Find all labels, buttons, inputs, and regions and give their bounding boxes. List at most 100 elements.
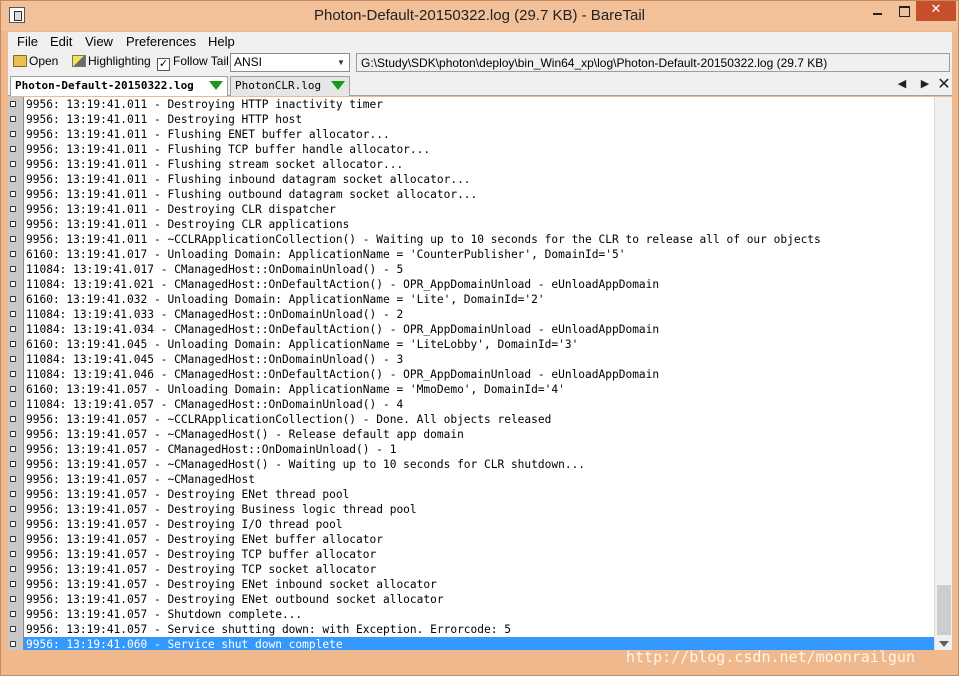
log-line[interactable]: 9956: 13:19:41.057 - ~CManagedHost — [10, 472, 934, 487]
line-marker-icon[interactable] — [10, 581, 16, 587]
log-line[interactable]: 9956: 13:19:41.057 - Destroying ENet out… — [10, 592, 934, 607]
log-line[interactable]: 9956: 13:19:41.011 - Destroying HTTP hos… — [10, 112, 934, 127]
line-marker-icon[interactable] — [10, 326, 16, 332]
close-button[interactable]: ✕ — [916, 1, 956, 21]
encoding-select[interactable]: ANSI ▼ — [230, 53, 350, 72]
log-line[interactable]: 11084: 13:19:41.033 - CManagedHost::OnDo… — [10, 307, 934, 322]
line-marker-icon[interactable] — [10, 461, 16, 467]
log-line[interactable]: 11084: 13:19:41.046 - CManagedHost::OnDe… — [10, 367, 934, 382]
line-marker-icon[interactable] — [10, 356, 16, 362]
chevron-down-icon[interactable]: ▼ — [334, 55, 348, 70]
log-line[interactable]: 9956: 13:19:41.011 - Flushing stream soc… — [10, 157, 934, 172]
log-line[interactable]: 11084: 13:19:41.057 - CManagedHost::OnDo… — [10, 397, 934, 412]
line-marker-icon[interactable] — [10, 236, 16, 242]
tab-photon-default-log[interactable]: Photon-Default-20150322.log — [10, 76, 228, 96]
tab-scroll-left-icon[interactable]: ◀ — [895, 77, 909, 91]
close-tab-icon[interactable]: ✕ — [936, 76, 952, 92]
log-line[interactable]: 9956: 13:19:41.057 - Destroying ENet buf… — [10, 532, 934, 547]
log-line[interactable]: 9956: 13:19:41.057 - Shutdown complete..… — [10, 607, 934, 622]
log-line[interactable]: 9956: 13:19:41.057 - Destroying TCP buff… — [10, 547, 934, 562]
line-marker-icon[interactable] — [10, 221, 16, 227]
log-line[interactable]: 11084: 13:19:41.017 - CManagedHost::OnDo… — [10, 262, 934, 277]
line-marker-icon[interactable] — [10, 476, 16, 482]
minimize-button[interactable] — [864, 1, 891, 21]
line-marker-icon[interactable] — [10, 416, 16, 422]
log-line[interactable]: 9956: 13:19:41.057 - Destroying ENet inb… — [10, 577, 934, 592]
tab-dropdown-icon[interactable] — [331, 81, 345, 90]
menu-file[interactable]: File — [17, 34, 38, 49]
log-line[interactable]: 9956: 13:19:41.057 - Destroying Business… — [10, 502, 934, 517]
follow-tail-toggle[interactable]: ✓ Follow Tail — [157, 54, 229, 71]
line-marker-icon[interactable] — [10, 311, 16, 317]
line-marker-icon[interactable] — [10, 296, 16, 302]
line-marker-icon[interactable] — [10, 371, 16, 377]
vertical-scrollbar[interactable] — [934, 97, 952, 650]
line-marker-icon[interactable] — [10, 116, 16, 122]
log-line[interactable]: 9956: 13:19:41.011 - Destroying CLR disp… — [10, 202, 934, 217]
log-viewer[interactable]: 9956: 13:19:41.011 - Destroying HTTP ina… — [8, 97, 952, 650]
line-marker-icon[interactable] — [10, 251, 16, 257]
log-line[interactable]: 9956: 13:19:41.011 - Flushing inbound da… — [10, 172, 934, 187]
tab-dropdown-icon[interactable] — [209, 81, 223, 90]
log-line[interactable]: 9956: 13:19:41.057 - ~CManagedHost() - R… — [10, 427, 934, 442]
line-marker-icon[interactable] — [10, 146, 16, 152]
log-line[interactable]: 9956: 13:19:41.057 - ~CManagedHost() - W… — [10, 457, 934, 472]
scroll-down-icon[interactable] — [939, 641, 949, 647]
line-marker-icon[interactable] — [10, 611, 16, 617]
log-line[interactable]: 6160: 13:19:41.032 - Unloading Domain: A… — [10, 292, 934, 307]
line-marker-icon[interactable] — [10, 386, 16, 392]
menu-view[interactable]: View — [85, 34, 113, 49]
line-marker-icon[interactable] — [10, 551, 16, 557]
line-marker-icon[interactable] — [10, 431, 16, 437]
highlighting-button[interactable]: Highlighting — [72, 54, 151, 68]
line-marker-icon[interactable] — [10, 266, 16, 272]
maximize-button[interactable] — [891, 1, 916, 21]
log-line[interactable]: 9956: 13:19:41.057 - Service shutting do… — [10, 622, 934, 637]
line-marker-icon[interactable] — [10, 641, 16, 647]
line-marker-icon[interactable] — [10, 206, 16, 212]
tab-scroll-right-icon[interactable]: ▶ — [918, 77, 932, 91]
log-line[interactable]: 11084: 13:19:41.034 - CManagedHost::OnDe… — [10, 322, 934, 337]
log-line[interactable]: 6160: 13:19:41.045 - Unloading Domain: A… — [10, 337, 934, 352]
log-line[interactable]: 6160: 13:19:41.017 - Unloading Domain: A… — [10, 247, 934, 262]
log-line[interactable]: 9956: 13:19:41.011 - Flushing TCP buffer… — [10, 142, 934, 157]
line-marker-icon[interactable] — [10, 596, 16, 602]
file-path-field[interactable]: G:\Study\SDK\photon\deploy\bin_Win64_xp\… — [356, 53, 950, 72]
title-bar[interactable]: Photon-Default-20150322.log (29.7 KB) - … — [1, 1, 958, 31]
log-line[interactable]: 9956: 13:19:41.057 - ~CCLRApplicationCol… — [10, 412, 934, 427]
line-marker-icon[interactable] — [10, 521, 16, 527]
log-line[interactable]: 9956: 13:19:41.011 - ~CCLRApplicationCol… — [10, 232, 934, 247]
line-marker-icon[interactable] — [10, 536, 16, 542]
log-line[interactable]: 11084: 13:19:41.021 - CManagedHost::OnDe… — [10, 277, 934, 292]
line-marker-icon[interactable] — [10, 131, 16, 137]
line-marker-icon[interactable] — [10, 491, 16, 497]
log-line[interactable]: 9956: 13:19:41.011 - Destroying HTTP ina… — [10, 97, 934, 112]
line-marker-icon[interactable] — [10, 161, 16, 167]
log-line[interactable]: 9956: 13:19:41.057 - Destroying TCP sock… — [10, 562, 934, 577]
menu-edit[interactable]: Edit — [50, 34, 72, 49]
log-line[interactable]: 9956: 13:19:41.057 - Destroying ENet thr… — [10, 487, 934, 502]
log-line[interactable]: 9956: 13:19:41.011 - Destroying CLR appl… — [10, 217, 934, 232]
menu-help[interactable]: Help — [208, 34, 235, 49]
log-line[interactable]: 9956: 13:19:41.057 - Destroying I/O thre… — [10, 517, 934, 532]
line-marker-icon[interactable] — [10, 446, 16, 452]
line-marker-icon[interactable] — [10, 401, 16, 407]
follow-tail-checkbox[interactable]: ✓ — [157, 58, 170, 71]
line-marker-icon[interactable] — [10, 191, 16, 197]
tab-photonclr-log[interactable]: PhotonCLR.log — [230, 76, 350, 96]
line-marker-icon[interactable] — [10, 281, 16, 287]
menu-preferences[interactable]: Preferences — [126, 34, 196, 49]
log-line[interactable]: 11084: 13:19:41.045 - CManagedHost::OnDo… — [10, 352, 934, 367]
line-marker-icon[interactable] — [10, 101, 16, 107]
line-marker-icon[interactable] — [10, 341, 16, 347]
line-marker-icon[interactable] — [10, 176, 16, 182]
log-line[interactable]: 9956: 13:19:41.011 - Flushing ENET buffe… — [10, 127, 934, 142]
log-line[interactable]: 9956: 13:19:41.057 - CManagedHost::OnDom… — [10, 442, 934, 457]
open-button[interactable]: Open — [13, 54, 58, 68]
log-line[interactable]: 9956: 13:19:41.011 - Flushing outbound d… — [10, 187, 934, 202]
line-marker-icon[interactable] — [10, 566, 16, 572]
log-line[interactable]: 6160: 13:19:41.057 - Unloading Domain: A… — [10, 382, 934, 397]
line-marker-icon[interactable] — [10, 506, 16, 512]
scrollbar-thumb[interactable] — [937, 585, 951, 635]
line-marker-icon[interactable] — [10, 626, 16, 632]
